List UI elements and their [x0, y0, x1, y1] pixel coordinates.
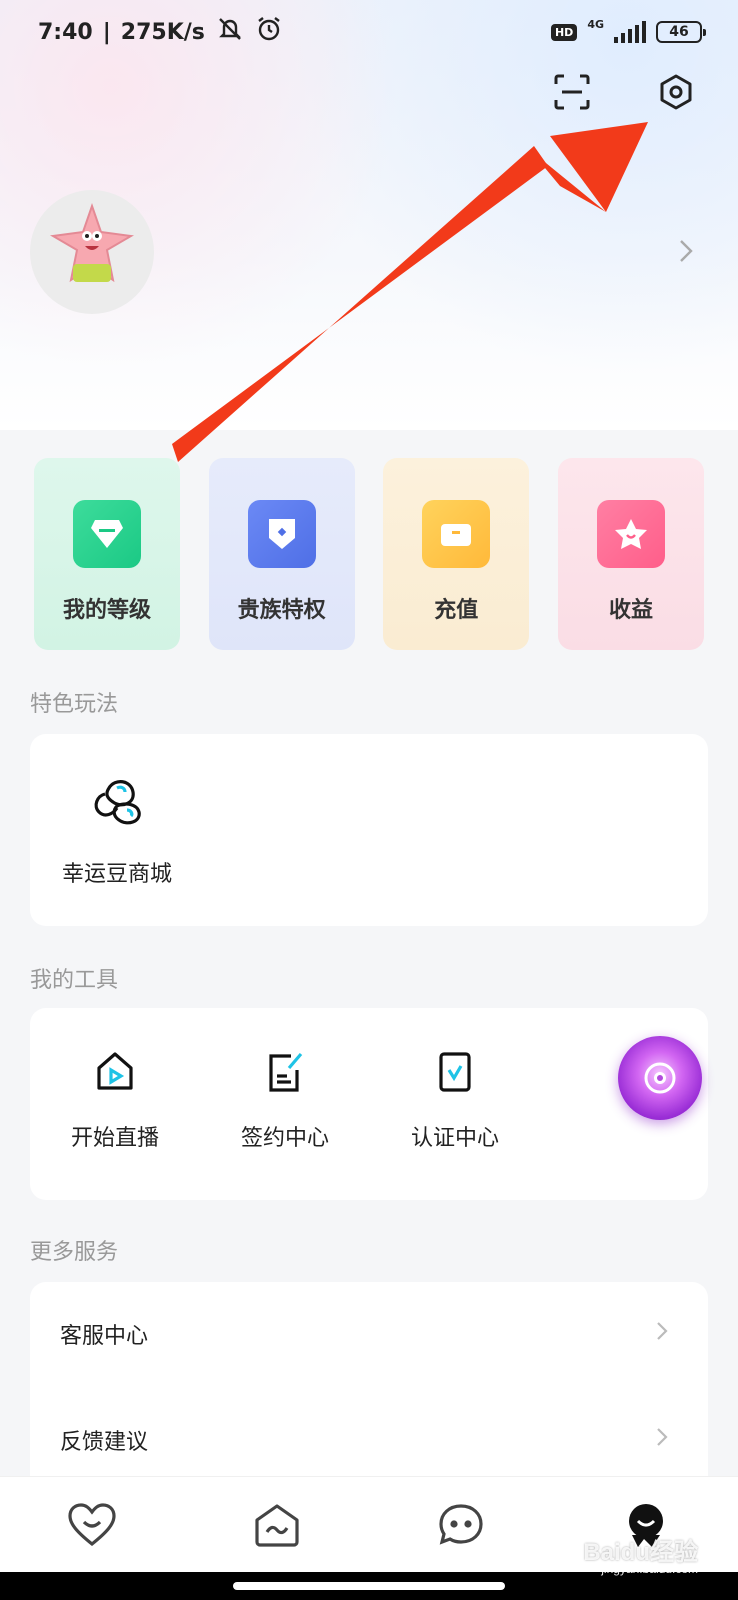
sign-icon [263, 1050, 307, 1098]
earnings-card-label: 收益 [608, 598, 653, 623]
customer-service-label: 客服中心 [60, 1324, 149, 1349]
heart-icon[interactable] [62, 1495, 122, 1555]
verify-center[interactable]: 认证中心 [390, 1050, 520, 1152]
lucky-bean-shop[interactable]: 幸运豆商城 [52, 774, 182, 888]
mute-icon [215, 14, 245, 50]
floating-ball-button[interactable] [618, 1036, 702, 1120]
feedback-row[interactable]: 反馈建议 [30, 1390, 708, 1490]
quick-cards: 我的等级 贵族特权 充值 收益 [34, 458, 704, 650]
start-live[interactable]: 开始直播 [50, 1050, 180, 1152]
lucky-bean-shop-label: 幸运豆商城 [61, 862, 172, 887]
status-speed: 275K/s [120, 19, 205, 45]
battery-level: 46 [669, 24, 689, 40]
star-icon [596, 500, 665, 568]
settings-icon[interactable] [654, 70, 698, 114]
home-indicator[interactable] [0, 1572, 738, 1600]
watermark-url: jingyan.baidu.com [601, 1562, 698, 1576]
scan-icon[interactable] [550, 70, 594, 114]
tools-title: 我的工具 [30, 968, 119, 993]
chevron-right-icon [656, 1321, 668, 1347]
services-panel: 客服中心 反馈建议 [30, 1282, 708, 1492]
verify-center-label: 认证中心 [410, 1126, 499, 1151]
gem-icon [73, 500, 141, 568]
status-separator: | [102, 19, 111, 45]
alarm-icon [255, 15, 283, 49]
sign-center[interactable]: 签约中心 [220, 1050, 350, 1152]
battery-icon: 46 [656, 21, 706, 43]
recharge-card-label: 充值 [434, 598, 479, 623]
customer-service-row[interactable]: 客服中心 [30, 1284, 708, 1384]
sign-center-label: 签约中心 [240, 1126, 329, 1151]
hd-badge: HD [550, 23, 578, 41]
beans-icon [87, 774, 147, 834]
noble-card[interactable]: 贵族特权 [208, 458, 355, 650]
status-bar: 7:40 | 275K/s HD 4G 46 [0, 0, 738, 64]
verify-icon [433, 1050, 477, 1098]
start-live-label: 开始直播 [70, 1126, 159, 1151]
chevron-right-icon[interactable] [678, 238, 694, 268]
chevron-right-icon [656, 1427, 668, 1453]
feedback-label: 反馈建议 [60, 1430, 149, 1455]
features-panel: 幸运豆商城 [30, 734, 708, 926]
tools-panel: 开始直播 签约中心 认证中心 [30, 1008, 708, 1200]
features-title: 特色玩法 [30, 692, 119, 717]
status-time: 7:40 [38, 19, 93, 45]
services-title: 更多服务 [30, 1240, 119, 1265]
recharge-card[interactable]: 充值 [383, 458, 530, 650]
level-card-label: 我的等级 [62, 598, 151, 623]
square-icon[interactable] [247, 1495, 307, 1555]
wallet-icon [422, 500, 491, 568]
signal-icon [614, 21, 646, 43]
live-icon [93, 1050, 137, 1098]
chat-icon[interactable] [431, 1495, 491, 1555]
shield-icon [247, 500, 316, 568]
noble-card-label: 贵族特权 [237, 598, 326, 623]
header-actions [550, 70, 698, 114]
avatar[interactable] [30, 190, 154, 314]
level-card[interactable]: 我的等级 [34, 458, 180, 650]
network-type: 4G [587, 17, 604, 31]
earnings-card[interactable]: 收益 [557, 458, 704, 650]
